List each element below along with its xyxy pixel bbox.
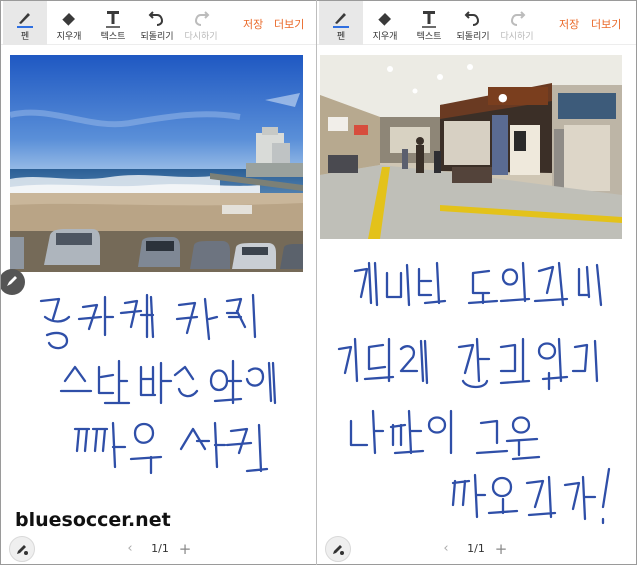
redo-icon: [179, 8, 223, 28]
undo-icon: [451, 8, 495, 28]
right-page-indicator: 1/1: [467, 542, 485, 555]
left-toolbar: 펜 지우개 텍스트 되돌리기 다시하기 저장 더보기: [1, 1, 316, 45]
save-button[interactable]: 저장: [243, 16, 263, 32]
text-icon: [91, 8, 135, 28]
eraser-icon: [363, 8, 407, 28]
pen-icon: [3, 8, 47, 28]
right-note-panel: 펜 지우개 텍스트 되돌리기 다시하기 저장 더보기 ● ‹ 1/1 +: [317, 1, 636, 564]
redo-button[interactable]: 다시하기: [495, 1, 539, 45]
right-pen-settings-button[interactable]: [325, 536, 351, 562]
right-toolbar: 펜 지우개 텍스트 되돌리기 다시하기 저장 더보기: [317, 1, 636, 45]
right-prev-page-button[interactable]: ‹: [439, 540, 453, 558]
eraser-icon: [47, 8, 91, 28]
redo-icon: [495, 8, 539, 28]
more-button[interactable]: 더보기: [274, 16, 304, 32]
pen-settings-icon: [17, 545, 28, 555]
pen-icon: [319, 8, 363, 28]
watermark-text: bluesoccer.net: [15, 509, 171, 531]
left-prev-page-button[interactable]: ‹: [123, 540, 137, 558]
left-note-panel: 펜 지우개 텍스트 되돌리기 다시하기 저장 더보기 bluesoccer.ne…: [1, 1, 316, 564]
text-icon: [407, 8, 451, 28]
undo-icon: [135, 8, 179, 28]
left-add-page-button[interactable]: +: [178, 540, 192, 558]
pen-settings-icon: [333, 545, 344, 555]
redo-label: 다시하기: [500, 32, 534, 42]
terminal-photo: ●: [320, 55, 622, 239]
beach-photo: [10, 55, 303, 272]
svg-text:●: ●: [498, 91, 508, 104]
left-page-indicator: 1/1: [151, 542, 169, 555]
save-button[interactable]: 저장: [559, 16, 579, 32]
right-add-page-button[interactable]: +: [494, 540, 508, 558]
more-button[interactable]: 더보기: [591, 16, 621, 32]
left-pen-settings-button[interactable]: [9, 536, 35, 562]
redo-button[interactable]: 다시하기: [179, 1, 223, 45]
edit-icon: [7, 276, 17, 286]
redo-label: 다시하기: [184, 32, 218, 42]
edit-fab[interactable]: [1, 269, 25, 295]
